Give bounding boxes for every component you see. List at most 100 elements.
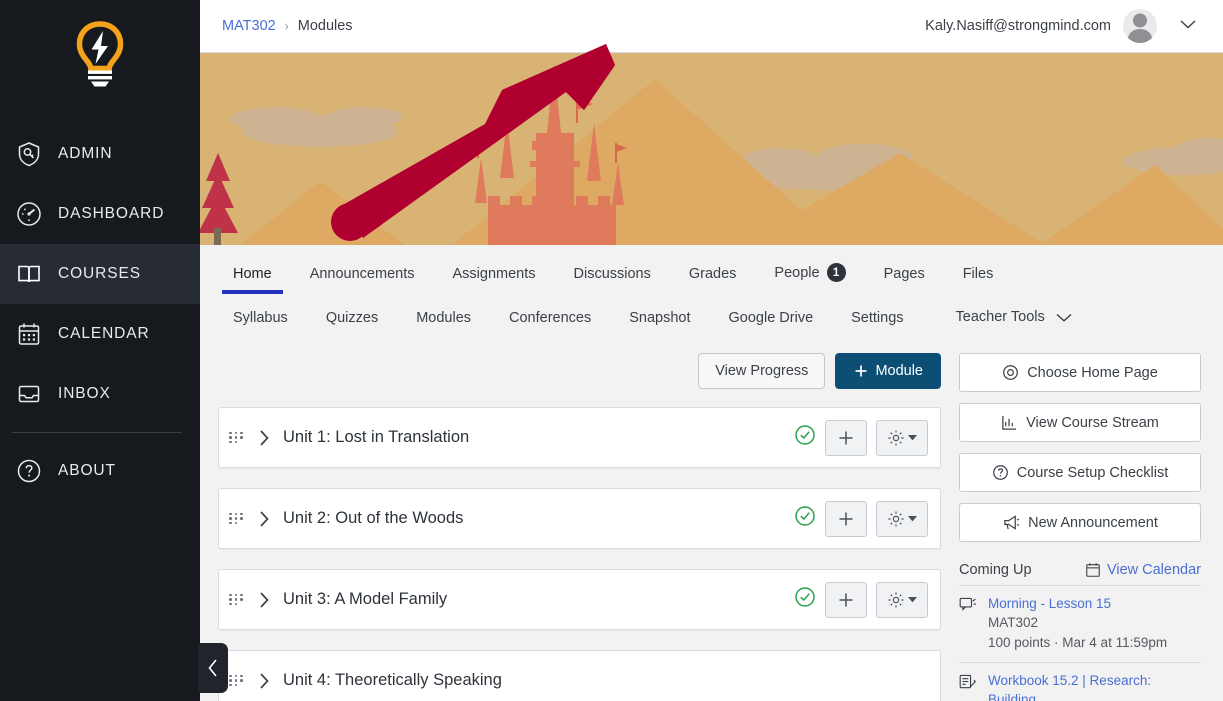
sidebar-item-calendar[interactable]: CALENDAR — [0, 304, 200, 364]
breadcrumb-separator: › — [284, 19, 289, 33]
tab-modules[interactable]: Modules — [397, 300, 490, 335]
table-row[interactable]: Unit 2: Out of the Woods — [218, 488, 941, 549]
megaphone-icon — [1004, 515, 1020, 530]
tab-grades[interactable]: Grades — [670, 256, 756, 291]
add-item-button[interactable] — [825, 581, 867, 618]
sidebar-item-courses[interactable]: COURSES — [0, 244, 200, 304]
tab-label: Assignments — [452, 266, 536, 282]
drag-handle-icon[interactable] — [229, 593, 243, 606]
global-sidebar: ADMIN DASHBOARD COURSES CALENDAR INBOX A… — [0, 0, 228, 701]
chevron-right-icon[interactable] — [251, 671, 277, 691]
module-settings-button[interactable] — [876, 500, 928, 537]
course-setup-checklist-button[interactable]: Course Setup Checklist — [959, 453, 1201, 492]
view-course-stream-button[interactable]: View Course Stream — [959, 403, 1201, 442]
gear-icon — [888, 429, 904, 446]
event-body: Morning - Lesson 15 MAT302 100 points · … — [988, 595, 1167, 652]
sidebar-item-label: ADMIN — [58, 145, 113, 162]
view-progress-label: View Progress — [715, 363, 809, 379]
tab-label: Home — [233, 266, 272, 282]
sidebar-item-label: CALENDAR — [58, 325, 150, 342]
drag-handle-icon[interactable] — [229, 512, 243, 525]
rail-button-label: View Course Stream — [1026, 414, 1159, 431]
target-icon — [1003, 365, 1019, 380]
module-settings-button[interactable] — [876, 419, 928, 456]
chevron-down-icon — [1056, 313, 1072, 322]
plus-icon — [839, 431, 853, 444]
view-progress-button[interactable]: View Progress — [698, 353, 826, 389]
event-meta: 100 points · Mar 4 at 11:59pm — [988, 634, 1168, 650]
tab-snapshot[interactable]: Snapshot — [610, 300, 709, 335]
main-region: MAT302 › Modules Kaly.Nasiff@strongmind.… — [200, 0, 1223, 701]
tab-discussions[interactable]: Discussions — [555, 256, 670, 291]
calendar-icon — [16, 321, 42, 347]
question-circle-icon — [16, 458, 42, 484]
sidebar-item-label: ABOUT — [58, 462, 116, 479]
app-logo[interactable] — [0, 0, 200, 110]
event-course: MAT302 — [988, 615, 1039, 631]
view-calendar-label: View Calendar — [1106, 562, 1201, 578]
content-area: View Progress Module Unit 1: Lost in Tra… — [200, 335, 1223, 701]
sidebar-item-admin[interactable]: ADMIN — [0, 124, 200, 184]
tab-people[interactable]: People 1 — [755, 253, 864, 291]
new-announcement-button[interactable]: New Announcement — [959, 503, 1201, 542]
list-item[interactable]: Morning - Lesson 15 MAT302 100 points · … — [959, 586, 1201, 664]
sidebar-item-label: INBOX — [58, 385, 111, 402]
table-row[interactable]: Unit 3: A Model Family — [218, 569, 941, 630]
drag-handle-icon[interactable] — [229, 674, 243, 687]
modules-column: View Progress Module Unit 1: Lost in Tra… — [218, 353, 941, 701]
check-circle-icon[interactable] — [794, 424, 816, 451]
tab-quizzes[interactable]: Quizzes — [307, 300, 397, 335]
lightbulb-logo-icon — [76, 21, 124, 87]
drag-handle-icon[interactable] — [229, 431, 243, 444]
tab-label: Snapshot — [629, 309, 691, 326]
sidebar-collapse-button[interactable] — [198, 643, 228, 693]
caret-down-icon — [908, 597, 917, 603]
sidebar-item-inbox[interactable]: INBOX — [0, 364, 200, 424]
table-row[interactable]: Unit 1: Lost in Translation — [218, 407, 941, 468]
table-row[interactable]: Unit 4: Theoretically Speaking — [218, 650, 941, 701]
tab-label: Syllabus — [233, 309, 288, 326]
tab-syllabus[interactable]: Syllabus — [214, 300, 307, 335]
tab-settings[interactable]: Settings — [832, 300, 922, 335]
gear-icon — [888, 591, 904, 608]
teacher-tools-menu[interactable]: Teacher Tools — [937, 299, 1093, 335]
add-item-button[interactable] — [825, 419, 867, 456]
tab-assignments[interactable]: Assignments — [433, 256, 554, 291]
event-title[interactable]: Workbook 15.2 | Research: Building — [988, 672, 1201, 701]
user-email-label: Kaly.Nasiff@strongmind.com — [925, 18, 1111, 34]
tabs-row-primary: Home Announcements Assignments Discussio… — [200, 253, 1223, 294]
check-circle-icon[interactable] — [794, 505, 816, 532]
tab-files[interactable]: Files — [944, 256, 1013, 291]
breadcrumb-course-link[interactable]: MAT302 — [222, 18, 276, 34]
chevron-right-icon[interactable] — [251, 509, 277, 529]
choose-home-page-button[interactable]: Choose Home Page — [959, 353, 1201, 392]
user-menu-button[interactable] — [1169, 13, 1207, 40]
chevron-right-icon[interactable] — [251, 590, 277, 610]
tab-label: Discussions — [573, 266, 651, 282]
tab-home[interactable]: Home — [214, 256, 291, 294]
course-banner — [200, 53, 1223, 245]
check-circle-icon[interactable] — [794, 586, 816, 613]
view-calendar-link[interactable]: View Calendar — [1085, 562, 1201, 578]
sidebar-item-label: COURSES — [58, 265, 141, 282]
sidebar-item-dashboard[interactable]: DASHBOARD — [0, 184, 200, 244]
sidebar-item-label: DASHBOARD — [58, 205, 165, 222]
sidebar-item-about[interactable]: ABOUT — [0, 441, 200, 501]
tab-conferences[interactable]: Conferences — [490, 300, 610, 335]
tab-announcements[interactable]: Announcements — [291, 256, 434, 291]
tab-google-drive[interactable]: Google Drive — [710, 300, 833, 335]
rail-button-label: New Announcement — [1028, 514, 1158, 531]
tab-pages[interactable]: Pages — [865, 256, 944, 291]
tab-label: Quizzes — [325, 309, 379, 326]
add-item-button[interactable] — [825, 500, 867, 537]
module-row-actions — [794, 500, 928, 537]
add-module-button[interactable]: Module — [835, 353, 941, 389]
module-settings-button[interactable] — [876, 581, 928, 618]
tab-label: Google Drive — [728, 309, 814, 326]
list-item[interactable]: Workbook 15.2 | Research: Building — [959, 663, 1201, 701]
plus-icon — [839, 512, 853, 525]
chevron-right-icon[interactable] — [251, 428, 277, 448]
event-title[interactable]: Morning - Lesson 15 — [988, 595, 1167, 613]
avatar[interactable] — [1123, 9, 1157, 43]
top-header: MAT302 › Modules Kaly.Nasiff@strongmind.… — [200, 0, 1223, 53]
